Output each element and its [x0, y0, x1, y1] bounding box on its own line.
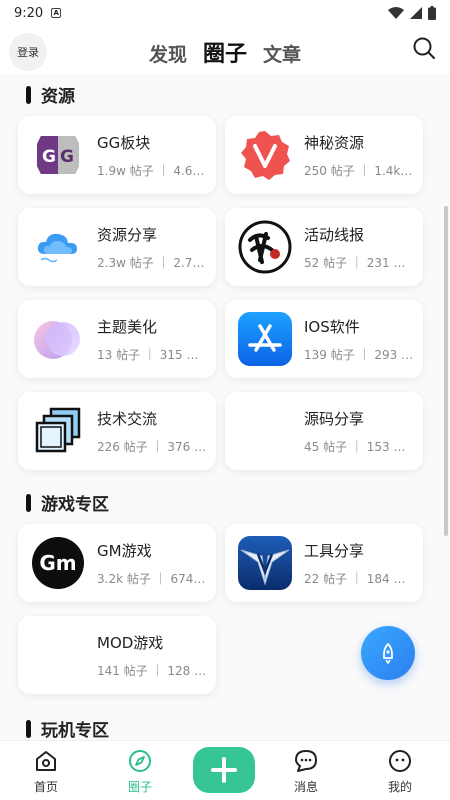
- circle-stats: 13 帖子 ｜ 315 加入: [97, 347, 211, 362]
- chat-icon: [295, 750, 317, 772]
- circle-stats: 226 帖子 ｜ 376 加入: [97, 439, 216, 454]
- circle-card-gm-games[interactable]: Gm GM游戏 3.2k 帖子 ｜ 674 加入: [18, 524, 216, 602]
- section-title-label: 游戏专区: [41, 495, 109, 515]
- circle-stats: 45 帖子 ｜ 153 加入: [304, 439, 418, 454]
- red-v-logo-icon: [238, 128, 292, 182]
- circle-stats: 139 帖子 ｜ 293 加入: [304, 347, 423, 362]
- top-tabs: 发现 圈子 文章: [0, 36, 450, 68]
- circle-stats: 2.3w 帖子 ｜ 2.7k 加入: [97, 255, 216, 270]
- gm-logo-icon: Gm: [31, 536, 85, 590]
- nav-label: 消息: [293, 780, 318, 794]
- circle-name: 神秘资源: [304, 133, 365, 152]
- wifi-icon: [388, 7, 404, 19]
- circle-card-source-code[interactable]: 源码分享 45 帖子 ｜ 153 加入: [225, 392, 423, 470]
- nav-messages[interactable]: 消息: [276, 749, 336, 795]
- circle-card-theme[interactable]: 主题美化 13 帖子 ｜ 315 加入: [18, 300, 216, 378]
- top-bar: 登录 发现 圈子 文章: [0, 26, 450, 74]
- mod-games-logo-icon: [31, 628, 85, 682]
- circle-card-mystery[interactable]: 神秘资源 250 帖子 ｜ 1.4k 加入: [225, 116, 423, 194]
- tab-discover[interactable]: 发现: [149, 40, 187, 67]
- circle-stats: 22 帖子 ｜ 184 加入: [304, 571, 418, 586]
- source-code-logo-icon: [238, 404, 292, 458]
- circle-name: 技术交流: [97, 409, 158, 428]
- nav-label: 首页: [33, 780, 58, 794]
- smiley-icon: [389, 750, 411, 772]
- app-store-icon: [238, 312, 292, 366]
- status-time: 9:20: [14, 5, 44, 21]
- svg-text:G: G: [60, 147, 74, 167]
- section-marker: [26, 85, 31, 104]
- compass-icon: [129, 750, 151, 772]
- tab-articles[interactable]: 文章: [263, 40, 301, 67]
- nav-circles[interactable]: 圈子: [110, 749, 170, 795]
- calligraphy-logo-icon: [238, 220, 292, 274]
- plus-icon: [211, 757, 237, 783]
- circle-stats: 250 帖子 ｜ 1.4k 加入: [304, 163, 423, 178]
- circle-name: IOS软件: [304, 317, 360, 336]
- section-title-games: 游戏专区: [26, 490, 109, 515]
- home-icon: [36, 751, 56, 771]
- circle-stats: 52 帖子 ｜ 231 加入: [304, 255, 418, 270]
- circle-card-resource-share[interactable]: 资源分享 2.3w 帖子 ｜ 2.7k 加入: [18, 208, 216, 286]
- circle-card-event-news[interactable]: 活动线报 52 帖子 ｜ 231 加入: [225, 208, 423, 286]
- nav-label: 我的: [387, 780, 412, 794]
- scrollbar-thumb[interactable]: [444, 206, 448, 536]
- tab-circles[interactable]: 圈子: [203, 36, 247, 68]
- publish-fab[interactable]: [361, 626, 415, 680]
- winged-v-logo-icon: [238, 536, 292, 590]
- rocket-icon: [383, 643, 393, 664]
- nav-add-button[interactable]: [193, 747, 255, 793]
- gg-logo-icon: G G: [31, 128, 85, 182]
- section-title-device: 玩机专区: [26, 716, 109, 740]
- cloud-icon: [31, 220, 85, 274]
- section-marker: [26, 493, 31, 512]
- notification-icon: A: [51, 8, 62, 18]
- section-title-label: 资源: [41, 87, 75, 107]
- section-title-label: 玩机专区: [41, 721, 109, 740]
- circle-card-ios[interactable]: IOS软件 139 帖子 ｜ 293 加入: [225, 300, 423, 378]
- circle-card-mod-games[interactable]: MOD游戏 141 帖子 ｜ 128 加入: [18, 616, 216, 694]
- section-title-resources: 资源: [26, 82, 75, 107]
- status-bar: 9:20 A: [0, 0, 450, 26]
- bottom-nav: 首页 圈子 消息 我的: [0, 740, 450, 800]
- svg-text:G: G: [42, 147, 56, 167]
- battery-icon: [428, 6, 436, 20]
- svg-text:Gm: Gm: [39, 551, 76, 575]
- nav-home[interactable]: 首页: [16, 749, 76, 795]
- circle-name: 源码分享: [304, 409, 365, 428]
- circle-name: GM游戏: [97, 541, 152, 560]
- circle-name: 工具分享: [304, 541, 365, 560]
- circle-name: MOD游戏: [97, 633, 164, 652]
- nav-me[interactable]: 我的: [370, 749, 430, 795]
- cell-signal-icon: [410, 7, 422, 19]
- stacked-windows-icon: [31, 404, 85, 458]
- section-marker: [26, 719, 31, 738]
- gradient-blob-icon: [31, 312, 85, 366]
- search-icon[interactable]: [412, 36, 436, 60]
- nav-label: 圈子: [127, 780, 152, 794]
- circle-name: 主题美化: [97, 317, 158, 336]
- circle-stats: 141 帖子 ｜ 128 加入: [97, 663, 216, 678]
- circle-stats: 1.9w 帖子 ｜ 4.6k 加入: [97, 163, 216, 178]
- circle-name: 资源分享: [97, 225, 158, 244]
- circle-name: GG板块: [97, 133, 151, 152]
- circle-card-tech[interactable]: 技术交流 226 帖子 ｜ 376 加入: [18, 392, 216, 470]
- circle-card-gg[interactable]: G G GG板块 1.9w 帖子 ｜ 4.6k 加入: [18, 116, 216, 194]
- circle-stats: 3.2k 帖子 ｜ 674 加入: [97, 571, 216, 586]
- circle-card-tools[interactable]: 工具分享 22 帖子 ｜ 184 加入: [225, 524, 423, 602]
- circle-name: 活动线报: [304, 225, 365, 244]
